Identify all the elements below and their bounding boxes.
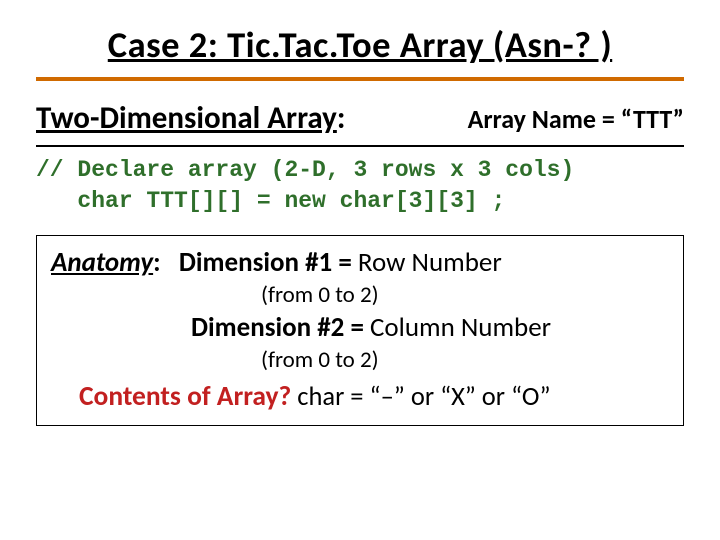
anatomy-line-2: Dimension #2 = Column Number [191, 311, 669, 344]
anatomy-colon: : [153, 246, 160, 279]
code-line-1: // Declare array (2-D, 3 rows x 3 cols) [36, 157, 574, 183]
contents-answer: char = “–” or “X” or “O” [291, 381, 550, 413]
anatomy-box: Anatomy: Dimension #1 = Row Number (from… [36, 235, 684, 426]
code-line-2: char TTT[][] = new char[3][3] ; [36, 188, 505, 214]
subheading-row: Two-Dimensional Array: Array Name = “TTT… [36, 99, 684, 137]
anatomy-label: Anatomy [51, 246, 153, 279]
slide-title: Case 2: Tic.Tac.Toe Array (Asn-? ) [36, 22, 684, 67]
thin-rule [36, 145, 684, 147]
title-rule [36, 77, 684, 81]
dim2-value: Column Number [370, 311, 551, 344]
array-name-label: Array Name = “TTT” [468, 103, 684, 135]
subheading-text: Two-Dimensional Array: [36, 99, 345, 137]
subheading-label: Two-Dimensional Array [36, 99, 337, 137]
contents-question: Contents of Array? [79, 380, 291, 413]
dim2-range: (from 0 to 2) [261, 346, 669, 374]
subheading-colon: : [337, 99, 346, 137]
code-block: // Declare array (2-D, 3 rows x 3 cols) … [36, 155, 684, 217]
contents-line: Contents of Array? char = “–” or “X” or … [79, 380, 669, 413]
dim1-range: (from 0 to 2) [261, 281, 669, 309]
dim1-value: Row Number [358, 246, 502, 279]
dim2-label: Dimension #2 = [191, 311, 370, 344]
slide: Case 2: Tic.Tac.Toe Array (Asn-? ) Two-D… [0, 0, 720, 540]
dim1-label: Dimension #1 = [179, 246, 358, 279]
anatomy-line-1: Anatomy: Dimension #1 = Row Number [51, 246, 669, 279]
